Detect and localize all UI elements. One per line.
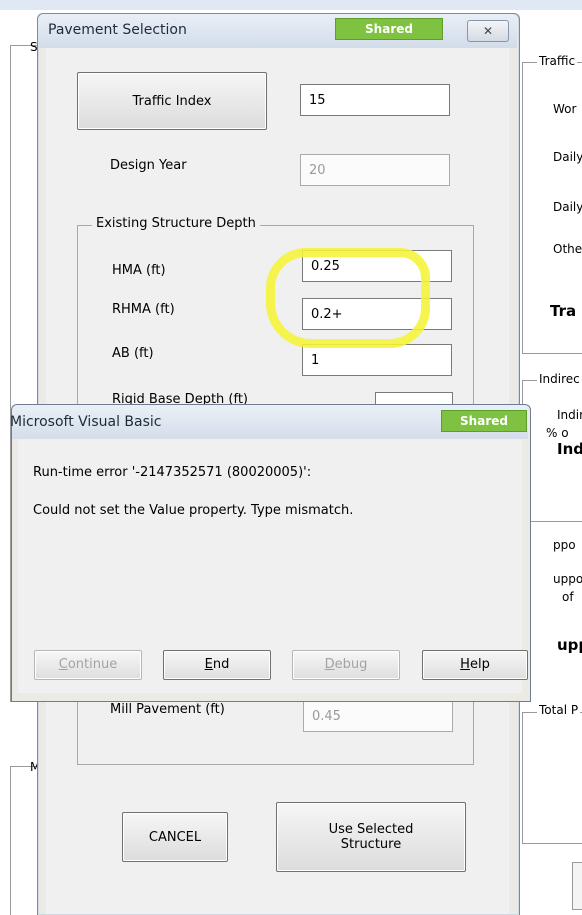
continue-rest: ontinue <box>67 657 118 672</box>
background-support-3: of <box>562 590 574 604</box>
traffic-index-input[interactable]: 15 <box>300 84 450 116</box>
end-button[interactable]: End <box>163 650 271 680</box>
background-row-4: Othe <box>553 242 582 256</box>
background-support-2: uppo <box>553 572 582 586</box>
vb-dialog-title: Microsoft Visual Basic <box>10 414 162 430</box>
use-selected-line2: Structure <box>340 837 402 852</box>
ab-label: AB (ft) <box>112 346 154 361</box>
vb-shared-badge: Shared <box>441 410 527 432</box>
use-selected-line1: Use Selected <box>328 822 414 837</box>
end-accel: E <box>204 657 213 672</box>
continue-button: Continue <box>34 650 142 680</box>
runtime-error-text: Run-time error '-2147352571 (80020005)': <box>33 465 312 480</box>
shared-badge: Shared <box>335 18 443 40</box>
background-total-label: Total P <box>537 703 581 717</box>
continue-accel: C <box>58 657 68 672</box>
help-rest: elp <box>469 657 490 672</box>
yellow-highlight-annotation <box>266 248 430 348</box>
help-button[interactable]: Help <box>422 650 528 680</box>
use-selected-structure-button[interactable]: Use Selected Structure <box>276 802 466 872</box>
background-traffic-bold: Tra <box>550 302 577 320</box>
design-year-input[interactable]: 20 <box>300 154 450 186</box>
existing-structure-group-label: Existing Structure Depth <box>92 216 260 231</box>
background-indirect-label: Indirec <box>537 372 582 386</box>
design-year-label: Design Year <box>110 158 187 173</box>
mill-pavement-input[interactable]: 0.45 <box>303 700 453 732</box>
debug-rest: ebug <box>334 657 368 672</box>
background-row-3: Daily <box>553 200 582 214</box>
end-rest: nd <box>212 657 230 672</box>
error-message-text: Could not set the Value property. Type m… <box>33 503 354 518</box>
background-top-strip <box>0 0 582 10</box>
background-row-1: Wor <box>553 102 577 116</box>
mill-pavement-label: Mill Pavement (ft) <box>110 702 225 717</box>
traffic-index-button[interactable]: Traffic Index <box>77 72 267 130</box>
background-indirect-sub1: Indir <box>557 408 582 422</box>
background-support-1: ppo <box>553 538 576 552</box>
background-button-edge <box>572 862 582 910</box>
hma-label: HMA (ft) <box>112 263 166 278</box>
background-traffic-label: Traffic <box>537 54 578 68</box>
ab-input[interactable]: 1 <box>302 344 452 376</box>
debug-accel: D <box>324 657 335 672</box>
background-support-bold: upp <box>557 636 582 654</box>
background-indirect-sub2: % o <box>546 426 569 440</box>
help-accel: H <box>460 657 470 672</box>
rhma-label: RHMA (ft) <box>112 302 175 317</box>
debug-button: Debug <box>292 650 400 680</box>
pavement-window-title: Pavement Selection <box>48 22 187 38</box>
background-ind-bold: Ind <box>557 440 582 458</box>
background-row-2: Daily <box>553 150 582 164</box>
cancel-button[interactable]: CANCEL <box>122 812 228 862</box>
close-icon[interactable]: ✕ <box>467 20 509 42</box>
background-total-frame <box>522 712 582 844</box>
